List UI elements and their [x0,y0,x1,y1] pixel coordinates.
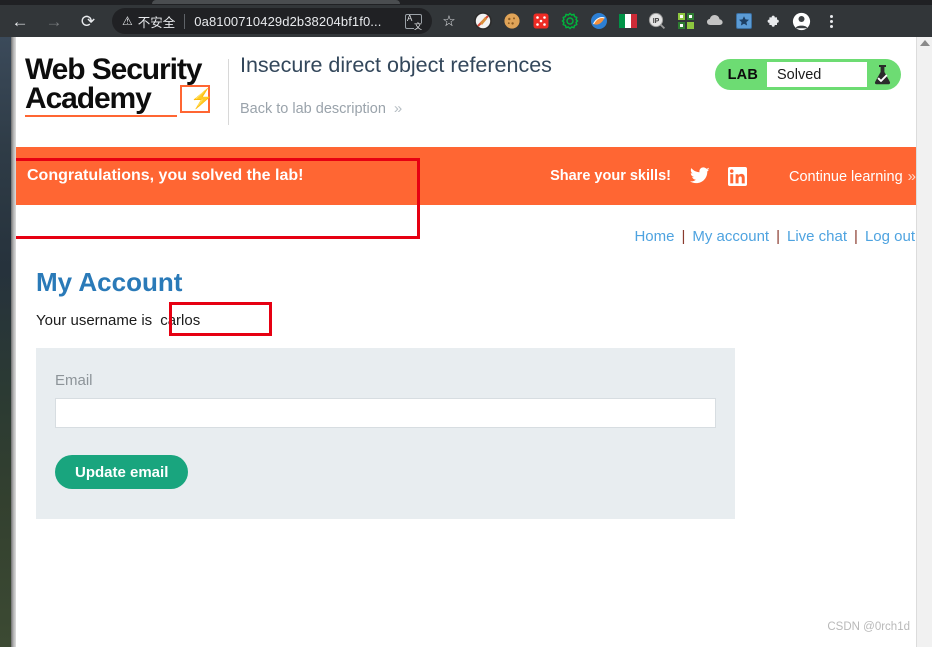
not-secure-indicator[interactable]: ⚠ 不安全 [122,12,175,31]
scroll-up-arrow-icon[interactable] [919,40,930,46]
page-title: My Account [36,267,183,297]
adblock-extension-icon[interactable] [470,9,495,34]
menu-dot [829,24,833,28]
lab-tag-label: LAB [727,66,758,83]
lab-title: Insecure direct object references [240,53,552,77]
back-to-lab-description-link[interactable]: Back to lab description » [240,100,402,117]
chevron-right-double-icon: » [907,167,916,185]
flask-check-icon [867,64,897,85]
translate-icon[interactable] [405,13,422,31]
vertical-scrollbar[interactable] [916,37,932,647]
nav-link-home[interactable]: Home [634,228,674,245]
username-value: carlos [160,312,201,329]
warning-triangle-icon: ⚠ [122,14,133,28]
email-field-label: Email [55,372,93,389]
logo-bolt-box: ⚡ [180,85,214,114]
bookmark-star-extension-icon[interactable] [731,9,756,34]
menu-dot [829,14,833,18]
linkedin-icon[interactable] [727,166,747,186]
browser-chrome: ← → ⟳ ⚠ 不安全 0a8100710429d2b38204bf1f0...… [0,0,932,37]
page-viewport: Web Security Academy ⚡ Insecure direct o… [11,37,932,647]
username-prefix: Your username is [36,312,153,329]
lab-status-value: Solved [767,62,867,87]
update-email-button[interactable]: Update email [55,455,189,489]
page-content: Home | My account | Live chat | Log out My Acc… [11,205,932,519]
omnibox-divider [184,13,186,29]
menu-dot [829,19,833,23]
lightning-bolt-icon: ⚡ [190,89,214,111]
continue-learning-label: Continue learning [788,168,903,185]
active-tab[interactable] [152,0,400,4]
nav-separator: | [854,228,858,245]
email-input[interactable] [55,398,716,428]
security-label: 不安全 [137,15,176,30]
url-text: 0a8100710429d2b38204bf1f0... [194,13,382,29]
academy-header: Web Security Academy ⚡ Insecure direct o… [11,37,932,147]
nav-separator: | [681,228,686,245]
three-dot-menu-icon[interactable] [818,8,844,34]
browser-toolbar: ← → ⟳ ⚠ 不安全 0a8100710429d2b38204bf1f0...… [0,5,932,37]
extensions-bar: IP [468,9,816,34]
back-arrow-icon[interactable]: ← [6,7,34,35]
site-navigation: Home | My account | Live chat | Log out [27,205,916,245]
share-skills-label: Share your skills! [550,168,671,184]
back-to-lab-label: Back to lab description [240,101,386,117]
nav-separator: | [776,228,780,245]
address-bar[interactable]: ⚠ 不安全 0a8100710429d2b38204bf1f0... [112,8,432,34]
paint-extension-icon[interactable] [586,9,611,34]
logo-underline [25,115,177,118]
update-email-form: Email Update email [36,348,735,519]
window-left-edge [11,37,16,647]
cloud-extension-icon[interactable] [702,9,727,34]
reload-icon[interactable]: ⟳ [74,7,102,35]
web-security-academy-logo[interactable]: Web Security Academy ⚡ [25,53,225,118]
svg-text:IP: IP [652,18,659,25]
nav-link-my-account[interactable]: My account [692,228,769,245]
lab-solved-banner: Congratulations, you solved the lab! Sha… [11,147,932,205]
dice-randomizer-extension-icon[interactable] [528,9,553,34]
nav-link-log-out[interactable]: Log out [865,228,915,245]
banner-actions: Share your skills! Continue learning» [550,166,932,186]
lab-status-widget[interactable]: LAB Solved [714,59,901,90]
puzzle-extensions-icon[interactable] [760,9,785,34]
logo-line-2: Academy ⚡ [25,82,225,118]
bookmark-star-icon[interactable]: ☆ [436,8,462,34]
username-line: Your username is carlos [36,302,272,336]
forward-arrow-icon[interactable]: → [40,7,68,35]
profile-avatar-icon[interactable] [789,9,814,34]
qr-code-extension-icon[interactable] [673,9,698,34]
header-divider [228,59,229,125]
cookie-editor-extension-icon[interactable] [499,9,524,34]
italy-flag-extension-icon[interactable] [615,9,640,34]
continue-learning-link[interactable]: Continue learning» [789,168,916,185]
twitter-icon[interactable] [689,167,710,185]
nav-link-live-chat[interactable]: Live chat [787,228,847,245]
desktop-wallpaper-strip [0,37,11,647]
logo-line-2-text: Academy [25,82,152,116]
ip-lookup-extension-icon[interactable]: IP [644,9,669,34]
logo-line-1: Web Security [25,53,202,86]
chevron-right-double-icon: » [393,100,403,117]
gear-extension-icon[interactable] [557,9,582,34]
watermark: CSDN @0rch1d [827,621,910,633]
banner-message: Congratulations, you solved the lab! [27,167,304,184]
